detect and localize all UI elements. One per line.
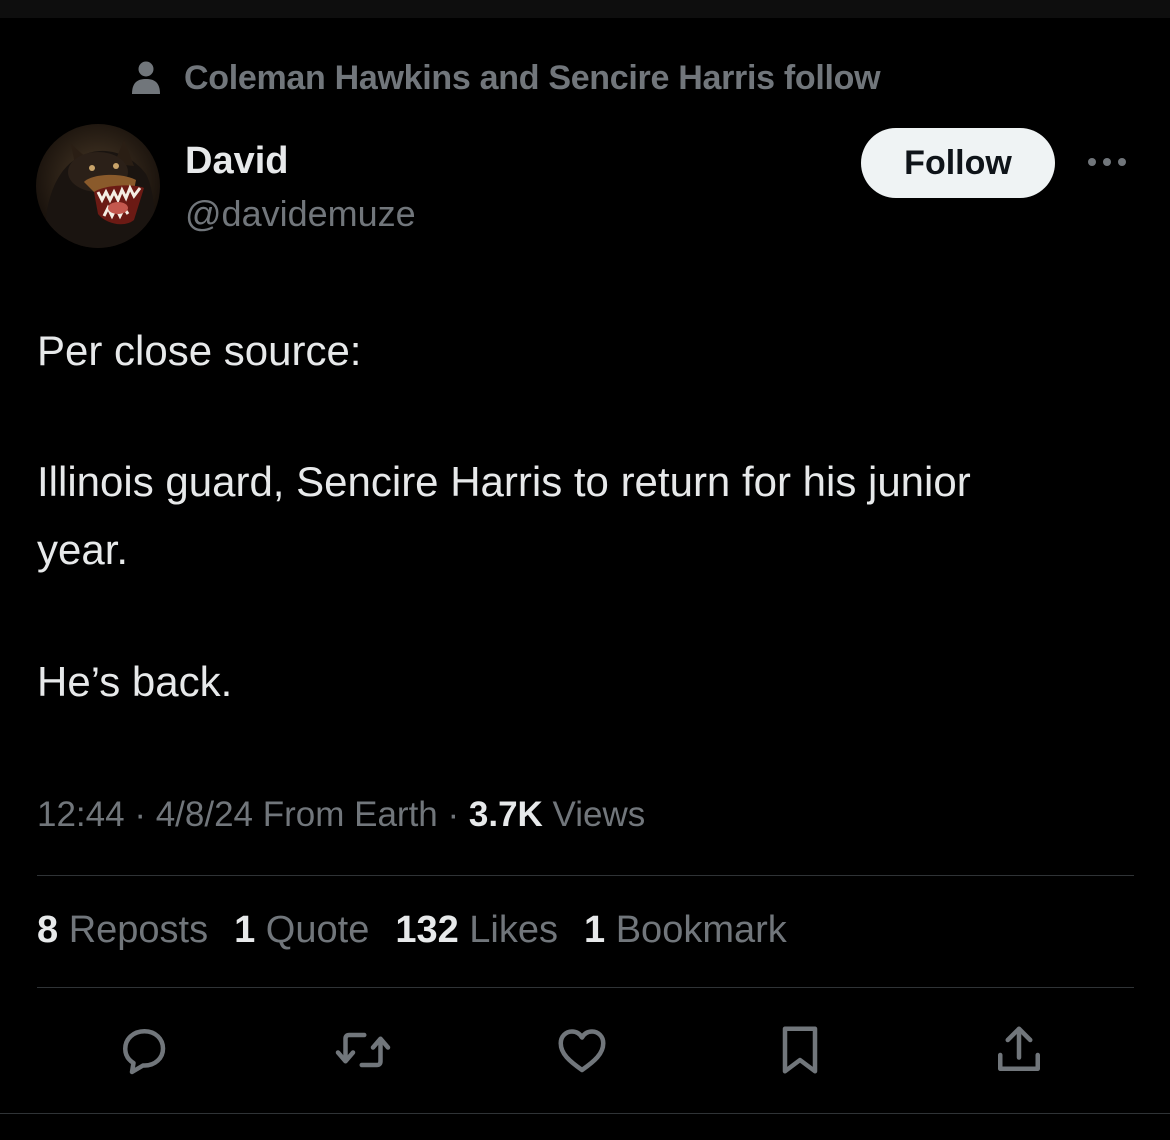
rottweiler-avatar [36,124,160,248]
bookmark-icon [782,1026,818,1074]
tweet-text-line: He’s back. [37,658,233,705]
quote-stat[interactable]: 1 Quote [234,909,369,952]
author-name[interactable]: David [185,140,288,183]
like-icon [558,1029,606,1073]
quote-label: Quote [255,909,370,951]
status-bar-strip [0,0,1170,18]
reply-icon [123,1029,166,1075]
likes-stat[interactable]: 132 Likes [395,909,558,952]
social-context: Coleman Hawkins and Sencire Harris follo… [130,58,881,98]
bookmark-button[interactable] [768,1018,832,1082]
repost-button[interactable] [331,1018,395,1082]
author-handle[interactable]: @davidemuze [185,193,416,235]
share-icon [998,1026,1040,1071]
divider [0,1113,1170,1114]
views-count[interactable]: 3.7K [469,795,543,834]
tweet-source: From Earth [253,795,438,834]
tweet-text-line: Illinois guard, Sencire Harris to return… [37,458,971,505]
person-icon [132,61,160,94]
avatar[interactable] [36,124,160,248]
quote-count: 1 [234,909,256,951]
tweet-meta: 12:44 · 4/8/24 From Earth · 3.7K Views [37,795,645,835]
more-icon[interactable] [1085,150,1129,174]
tweet-text-line: Per close source: [37,327,362,374]
share-button[interactable] [987,1018,1051,1082]
like-button[interactable] [550,1018,614,1082]
bookmark-stat[interactable]: 1 Bookmark [584,909,787,952]
tweet-date[interactable]: 4/8/24 [156,795,253,834]
meta-separator: · [124,795,156,834]
divider [37,875,1134,876]
likes-label: Likes [458,909,559,951]
tweet-time[interactable]: 12:44 [37,795,125,834]
repost-icon [335,1032,391,1068]
divider [37,987,1134,988]
follow-button[interactable]: Follow [861,128,1055,198]
meta-separator: · [437,795,469,834]
engagement-stats: 8 Reposts 1 Quote 132 Likes 1 Bookmark [37,909,813,952]
views-label[interactable]: Views [543,795,646,834]
reposts-stat[interactable]: 8 Reposts [37,909,208,952]
likes-count: 132 [395,909,459,951]
reposts-count: 8 [37,909,59,951]
reposts-label: Reposts [58,909,209,951]
social-context-text: Coleman Hawkins and Sencire Harris follo… [184,58,881,97]
reply-button[interactable] [112,1018,176,1082]
tweet-text-line: year. [37,526,129,573]
bookmark-count: 1 [584,909,606,951]
bookmark-label: Bookmark [605,909,787,951]
